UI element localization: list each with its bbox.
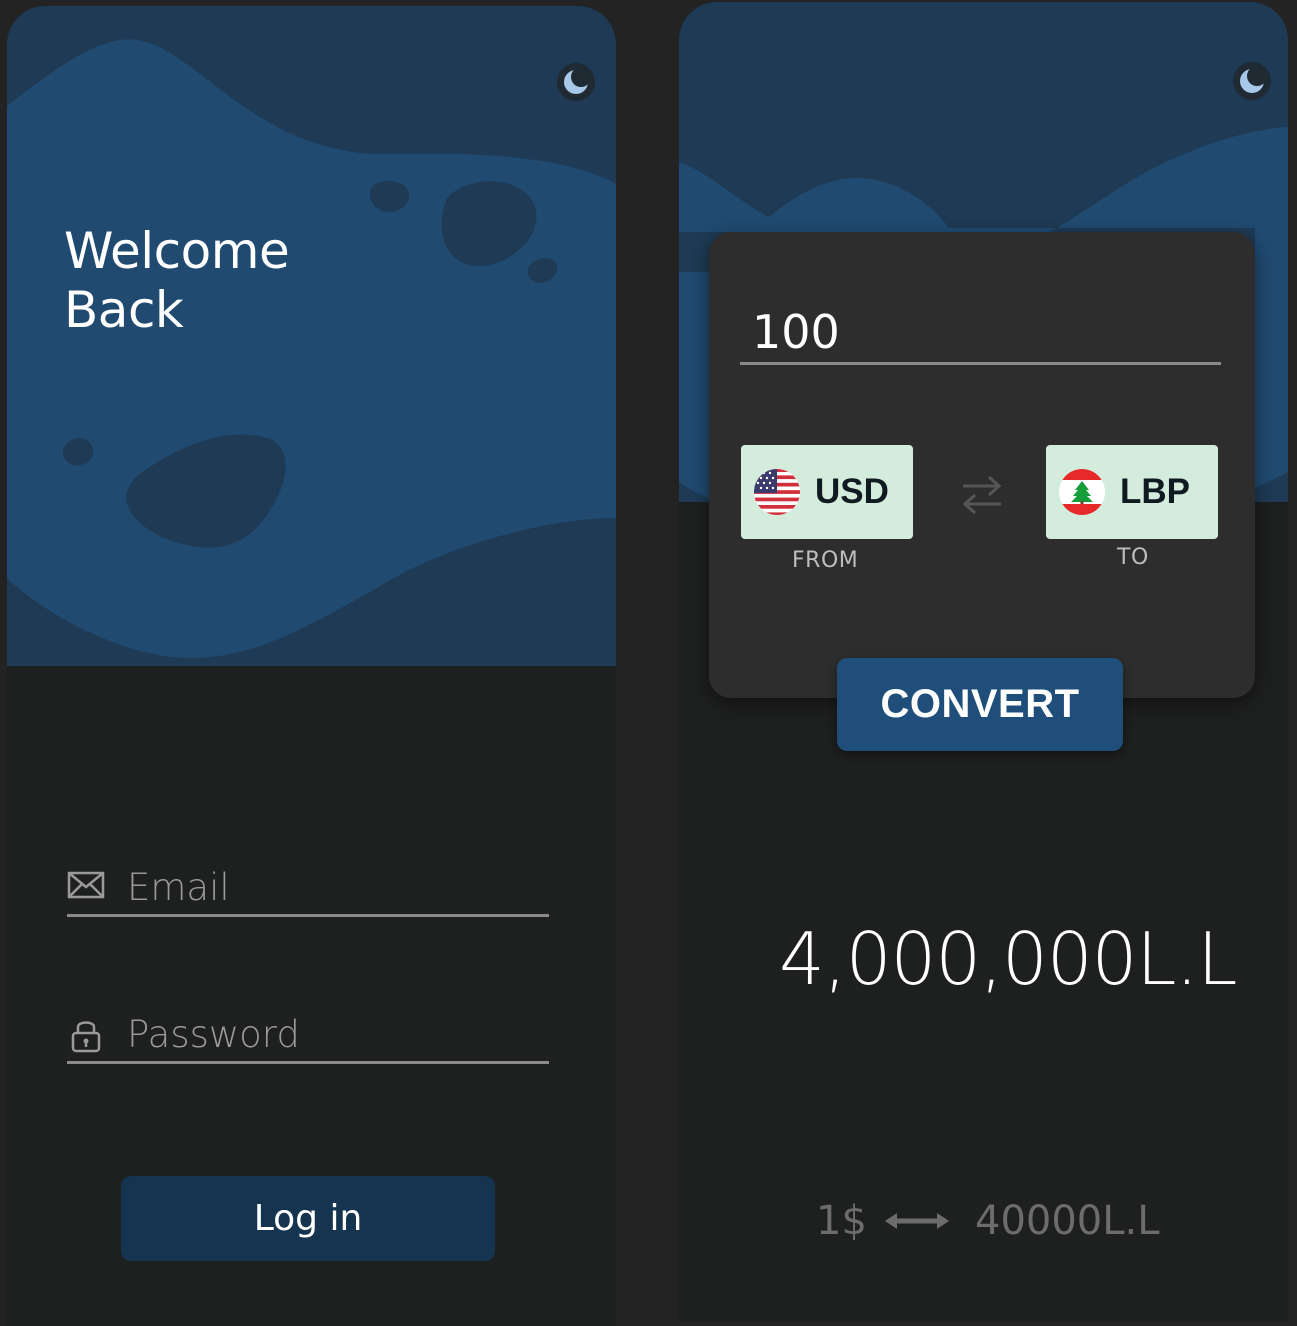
exchange-rate: 1$ 40000L.L xyxy=(679,1194,1288,1254)
convert-button[interactable]: CONVERT xyxy=(837,658,1123,751)
title-line-2: Back xyxy=(64,281,184,339)
conversion-result: 4,000,000L.L xyxy=(779,917,1238,1001)
to-currency-button[interactable]: LBP xyxy=(1046,445,1218,539)
amount-field xyxy=(740,302,1221,365)
lock-icon xyxy=(71,1021,101,1053)
rate-left-value: 1$ xyxy=(816,1198,867,1244)
swap-arrows-icon[interactable] xyxy=(959,472,1005,516)
moon-icon xyxy=(1240,66,1267,93)
theme-toggle-button[interactable] xyxy=(557,63,595,101)
from-caption: FROM xyxy=(792,548,859,573)
password-field xyxy=(67,1011,549,1064)
email-field xyxy=(67,864,549,917)
amount-input[interactable] xyxy=(752,306,1192,358)
to-caption: TO xyxy=(1117,545,1149,570)
from-currency-code: USD xyxy=(815,472,889,511)
to-currency-code: LBP xyxy=(1120,472,1190,511)
login-button[interactable]: Log in xyxy=(121,1176,495,1261)
converter-screen: USD FROM LBP TO CONVERT 4, xyxy=(679,2,1288,1322)
moon-icon xyxy=(564,67,591,94)
email-input[interactable] xyxy=(127,864,527,910)
double-arrow-icon xyxy=(885,1213,949,1229)
lebanon-flag-icon xyxy=(1059,469,1105,515)
page-title: Welcome Back xyxy=(64,222,290,340)
from-currency-button[interactable]: USD xyxy=(741,445,913,539)
rate-right-value: 40000L.L xyxy=(975,1198,1160,1244)
title-line-1: Welcome xyxy=(64,222,290,280)
envelope-icon xyxy=(67,871,105,899)
us-flag-icon xyxy=(754,469,800,515)
login-screen: Welcome Back Log in xyxy=(7,6,616,1326)
password-input[interactable] xyxy=(127,1011,527,1057)
converter-card: USD FROM LBP TO xyxy=(709,232,1255,698)
theme-toggle-button[interactable] xyxy=(1233,62,1271,100)
